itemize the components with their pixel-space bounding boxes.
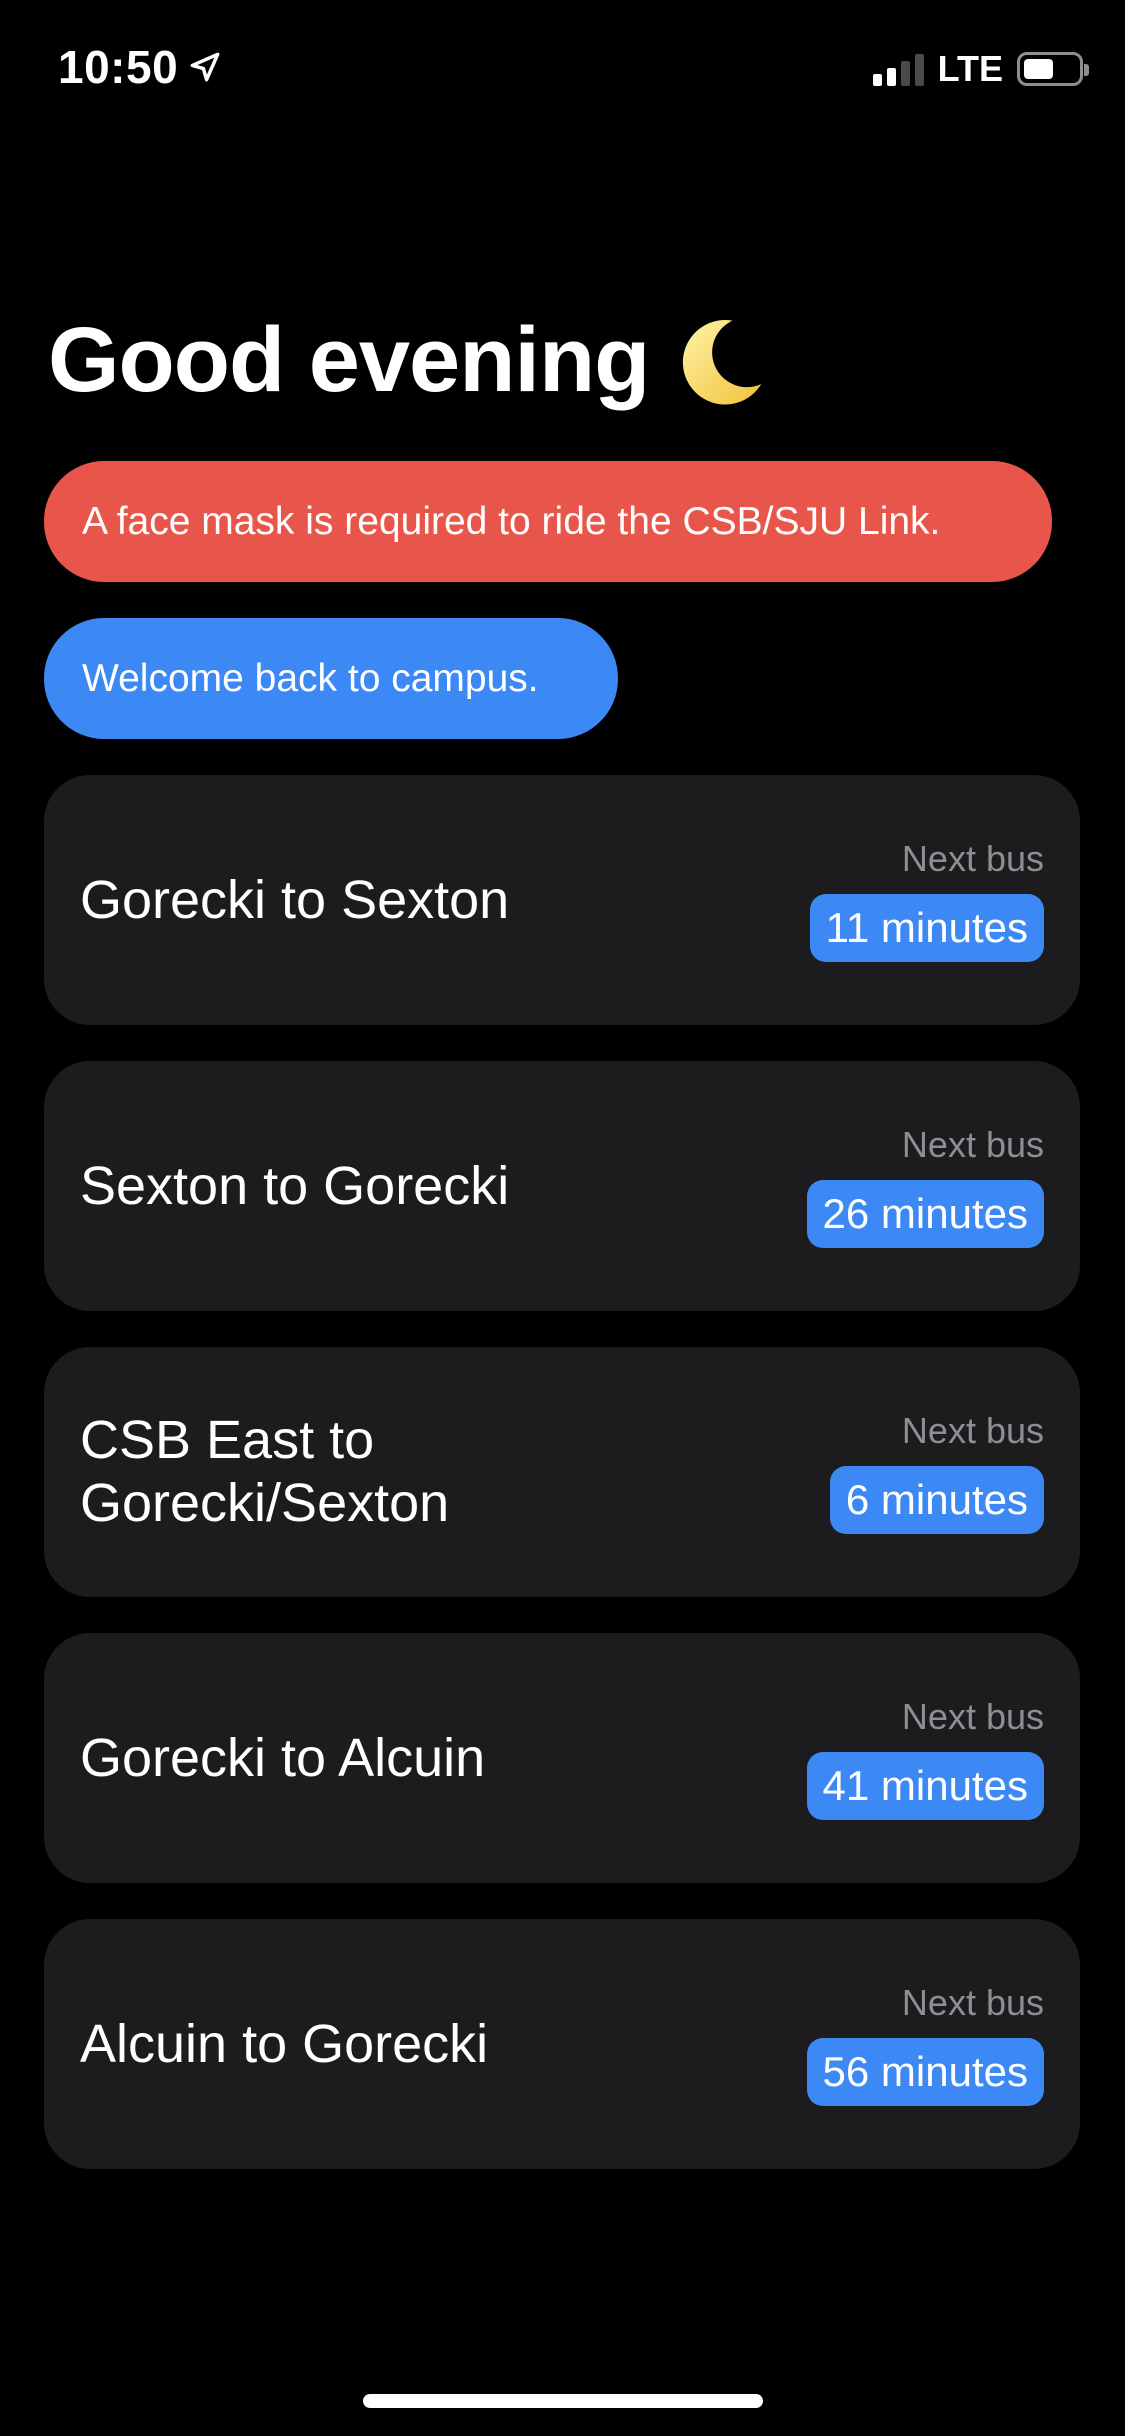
next-bus-info: Next bus 41 minutes xyxy=(806,1696,1044,1820)
location-arrow-icon xyxy=(190,52,220,82)
route-card[interactable]: Alcuin to Gorecki Next bus 56 minutes xyxy=(44,1919,1080,2169)
status-bar: 10:50 LTE xyxy=(0,0,1125,140)
route-name: CSB East to Gorecki/Sexton xyxy=(80,1410,450,1533)
minutes-badge: 26 minutes xyxy=(806,1180,1044,1248)
next-bus-info: Next bus 56 minutes xyxy=(806,1982,1044,2106)
crescent-moon-icon xyxy=(683,319,762,405)
next-bus-info: Next bus 26 minutes xyxy=(806,1124,1044,1248)
next-bus-label: Next bus xyxy=(901,838,1044,879)
minutes-badge: 56 minutes xyxy=(806,2038,1044,2106)
minutes-badge: 41 minutes xyxy=(806,1752,1044,1820)
cellular-signal-icon xyxy=(872,52,924,86)
next-bus-label: Next bus xyxy=(901,1982,1044,2023)
route-name: Alcuin to Gorecki xyxy=(80,2013,489,2074)
welcome-text: Welcome back to campus. xyxy=(82,656,539,700)
route-card[interactable]: CSB East to Gorecki/Sexton Next bus 6 mi… xyxy=(44,1347,1080,1597)
status-time-group: 10:50 xyxy=(58,40,224,94)
battery-level xyxy=(1024,59,1053,79)
route-card[interactable]: Gorecki to Alcuin Next bus 41 minutes xyxy=(44,1633,1080,1883)
next-bus-info: Next bus 6 minutes xyxy=(829,1410,1044,1534)
next-bus-label: Next bus xyxy=(901,1410,1044,1451)
network-type: LTE xyxy=(937,48,1003,89)
minutes-badge: 11 minutes xyxy=(809,894,1044,962)
route-name: Gorecki to Sexton xyxy=(80,869,510,930)
greeting-title: Good evening xyxy=(48,309,650,411)
route-name: Gorecki to Alcuin xyxy=(80,1727,486,1788)
mask-alert-banner[interactable]: A face mask is required to ride the CSB/… xyxy=(44,461,1052,582)
next-bus-label: Next bus xyxy=(901,1696,1044,1737)
status-time: 10:50 xyxy=(58,41,179,93)
next-bus-info: Next bus 11 minutes xyxy=(809,838,1044,962)
next-bus-label: Next bus xyxy=(901,1124,1044,1165)
welcome-banner[interactable]: Welcome back to campus. xyxy=(44,618,618,739)
battery-icon xyxy=(1017,52,1089,86)
minutes-badge: 6 minutes xyxy=(829,1466,1044,1534)
route-card[interactable]: Gorecki to Sexton Next bus 11 minutes xyxy=(44,775,1080,1025)
status-indicators: LTE xyxy=(872,48,1089,90)
app-screen: 10:50 LTE Good evening A face mask is re… xyxy=(0,0,1125,2436)
route-name: Sexton to Gorecki xyxy=(80,1155,510,1216)
mask-alert-text: A face mask is required to ride the CSB/… xyxy=(82,499,941,543)
routes-list: Gorecki to Sexton Next bus 11 minutes Se… xyxy=(44,775,1080,2205)
home-indicator[interactable] xyxy=(363,2394,763,2408)
route-card[interactable]: Sexton to Gorecki Next bus 26 minutes xyxy=(44,1061,1080,1311)
greeting: Good evening xyxy=(48,308,769,413)
